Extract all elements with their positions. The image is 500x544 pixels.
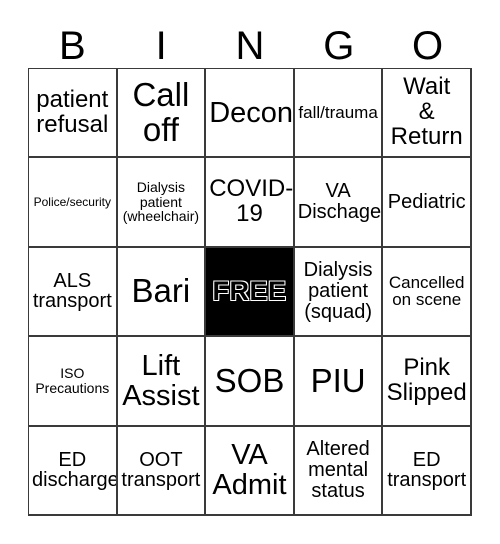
bingo-header-letter-b: B — [59, 24, 86, 68]
bingo-free-space[interactable]: FREE — [206, 247, 295, 338]
bingo-cell[interactable]: Police/security — [29, 158, 118, 248]
bingo-cell-label: Decon — [209, 96, 294, 129]
bingo-cell-label: ISO Precautions — [35, 365, 110, 396]
bingo-cell[interactable]: VA Admit — [206, 426, 295, 516]
bingo-cell[interactable]: Pink Slipped — [383, 337, 472, 427]
bingo-cell[interactable]: Dialysis patient (wheelchair) — [117, 158, 207, 248]
bingo-cell-label: Cancelled on scene — [388, 272, 465, 310]
bingo-cell[interactable]: patient refusal — [29, 69, 118, 159]
bingo-cell[interactable]: Call off — [117, 69, 207, 159]
bingo-cell[interactable]: SOB — [206, 337, 295, 427]
bingo-header-row: B I N G O — [28, 14, 472, 68]
bingo-cell[interactable]: Pediatric — [383, 158, 472, 248]
bingo-cell-label: VA Dischage — [297, 180, 382, 224]
bingo-grid: patient refusal Call off Decon fall/trauma W… — [28, 68, 472, 516]
bingo-cell[interactable]: fall/trauma — [294, 69, 384, 159]
bingo-header-letter-o: O — [412, 24, 444, 68]
bingo-card: B I N G O patient refusal Call off Decon fa… — [0, 0, 500, 544]
bingo-cell[interactable]: VA Dischage — [294, 158, 384, 248]
bingo-cell-label: patient refusal — [36, 85, 109, 138]
bingo-cell-label: SOB — [214, 361, 285, 399]
bingo-cell-label: Lift Assist — [122, 349, 200, 412]
bingo-cell[interactable]: Dialysis patient (squad) — [294, 247, 384, 338]
bingo-cell[interactable]: ED discharge — [29, 426, 118, 516]
bingo-cell-label: Dialysis patient (wheelchair) — [122, 179, 200, 225]
bingo-header-letter-n: N — [235, 24, 265, 68]
bingo-cell[interactable]: Wait & Return — [383, 69, 472, 159]
bingo-cell-label: COVID- 19 — [209, 175, 294, 228]
bingo-cell[interactable]: Cancelled on scene — [383, 247, 472, 338]
bingo-cell-label: Dialysis patient (squad) — [303, 259, 373, 323]
bingo-header-letter-i: I — [155, 24, 167, 68]
bingo-cell-label: VA Admit — [212, 439, 287, 502]
bingo-cell[interactable]: COVID- 19 — [206, 158, 295, 248]
bingo-cell-label: Bari — [131, 272, 191, 310]
bingo-cell-label: PIU — [310, 361, 366, 399]
bingo-cell[interactable]: PIU — [294, 337, 384, 427]
bingo-cell[interactable]: ALS transport — [29, 247, 118, 338]
bingo-cell-label: Wait & Return — [390, 73, 463, 151]
bingo-cell-label: Pediatric — [387, 190, 466, 213]
bingo-cell-label: ALS transport — [32, 269, 112, 313]
bingo-header-letter-g: G — [323, 24, 355, 68]
bingo-cell-label: Pink Slipped — [386, 353, 467, 406]
bingo-cell-label: FREE — [212, 276, 287, 307]
bingo-cell[interactable]: OOT transport — [117, 426, 207, 516]
bingo-cell-label: Altered mental status — [306, 438, 370, 502]
bingo-cell[interactable]: Lift Assist — [117, 337, 207, 427]
bingo-cell-label: fall/trauma — [298, 102, 378, 122]
bingo-cell-label: Call off — [132, 76, 190, 148]
bingo-cell-label: ED discharge — [32, 448, 118, 492]
bingo-cell[interactable]: Altered mental status — [294, 426, 384, 516]
bingo-cell[interactable]: Decon — [206, 69, 295, 159]
bingo-cell[interactable]: Bari — [117, 247, 207, 338]
bingo-cell-label: OOT transport — [121, 448, 201, 492]
bingo-cell-label: ED transport — [387, 448, 467, 492]
bingo-cell[interactable]: ED transport — [383, 426, 472, 516]
bingo-cell[interactable]: ISO Precautions — [29, 337, 118, 427]
bingo-cell-label: Police/security — [33, 194, 111, 209]
